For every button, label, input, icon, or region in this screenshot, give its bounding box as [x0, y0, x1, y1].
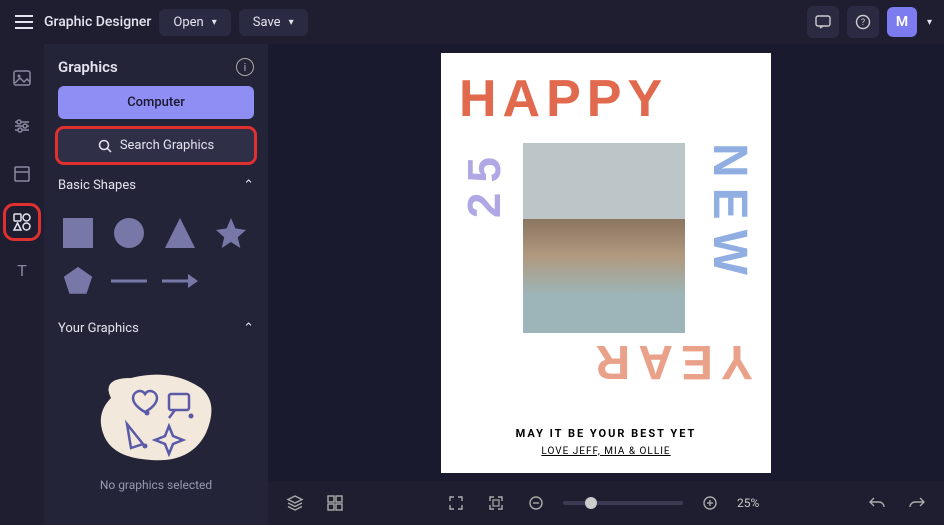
save-button[interactable]: Save▾: [239, 9, 308, 36]
design-text-new: NEW: [702, 143, 757, 285]
zoom-in-icon[interactable]: [697, 490, 723, 516]
zoom-thumb[interactable]: [585, 497, 597, 509]
shape-pentagon[interactable]: [58, 261, 98, 301]
layers-icon[interactable]: [282, 490, 308, 516]
zoom-slider[interactable]: [563, 501, 683, 505]
fullscreen-icon[interactable]: [443, 490, 469, 516]
rail-graphics-icon[interactable]: [8, 208, 36, 236]
search-graphics-button[interactable]: Search Graphics: [58, 129, 254, 162]
design-text-happy: HAPPY: [459, 69, 753, 129]
shape-arrow[interactable]: [160, 261, 200, 301]
computer-button[interactable]: Computer: [58, 86, 254, 119]
shape-circle[interactable]: [109, 213, 149, 253]
search-icon: [98, 139, 112, 153]
fit-icon[interactable]: [483, 490, 509, 516]
svg-text:T: T: [17, 261, 27, 280]
grid-icon[interactable]: [322, 490, 348, 516]
basic-shapes-grid: [58, 209, 254, 305]
shape-line[interactable]: [109, 261, 149, 301]
chevron-down-icon: ▾: [212, 17, 217, 28]
chevron-up-icon: ⌃: [243, 178, 254, 193]
graphics-panel: Graphics i Computer Search Graphics Basi…: [44, 44, 268, 525]
design-signature: LOVE JEFF, MIA & OLLIE: [459, 446, 753, 457]
svg-text:?: ?: [861, 18, 865, 28]
design-text-25: 25: [457, 147, 511, 218]
design-photo: [523, 143, 685, 333]
rail-text-icon[interactable]: T: [8, 256, 36, 284]
rail-image-icon[interactable]: [8, 64, 36, 92]
shape-square[interactable]: [58, 213, 98, 253]
chevron-up-icon: ⌃: [243, 321, 254, 336]
panel-title: Graphics: [58, 58, 118, 76]
feedback-button[interactable]: [807, 6, 839, 38]
canvas-viewport[interactable]: HAPPY NEW 25 YEAR MAY IT BE YOUR BEST YE…: [268, 44, 944, 481]
basic-shapes-header[interactable]: Basic Shapes ⌃: [58, 172, 254, 199]
empty-text: No graphics selected: [100, 478, 212, 492]
user-avatar[interactable]: M: [887, 7, 917, 37]
design-text-year: YEAR: [459, 334, 753, 389]
shape-star[interactable]: [211, 213, 251, 253]
top-bar: Graphic Designer Open▾ Save▾ ? M ▾: [0, 0, 944, 44]
zoom-out-icon[interactable]: [523, 490, 549, 516]
your-graphics-empty: No graphics selected: [58, 352, 254, 508]
design-card[interactable]: HAPPY NEW 25 YEAR MAY IT BE YOUR BEST YE…: [441, 53, 771, 473]
help-button[interactable]: ?: [847, 6, 879, 38]
chevron-down-icon[interactable]: ▾: [927, 17, 932, 28]
rail-template-icon[interactable]: [8, 160, 36, 188]
bottom-bar: 25%: [268, 481, 944, 525]
undo-icon[interactable]: [864, 490, 890, 516]
empty-illustration: [91, 368, 221, 468]
left-rail: T: [0, 44, 44, 525]
your-graphics-header[interactable]: Your Graphics ⌃: [58, 315, 254, 342]
zoom-label: 25%: [737, 496, 769, 510]
menu-icon[interactable]: [12, 10, 36, 34]
chevron-down-icon: ▾: [289, 17, 294, 28]
canvas-area: HAPPY NEW 25 YEAR MAY IT BE YOUR BEST YE…: [268, 44, 944, 525]
rail-adjust-icon[interactable]: [8, 112, 36, 140]
app-title: Graphic Designer: [44, 14, 151, 30]
shape-triangle[interactable]: [160, 213, 200, 253]
design-tagline: MAY IT BE YOUR BEST YET: [459, 427, 753, 440]
info-icon[interactable]: i: [236, 58, 254, 76]
redo-icon[interactable]: [904, 490, 930, 516]
open-button[interactable]: Open▾: [159, 9, 230, 36]
